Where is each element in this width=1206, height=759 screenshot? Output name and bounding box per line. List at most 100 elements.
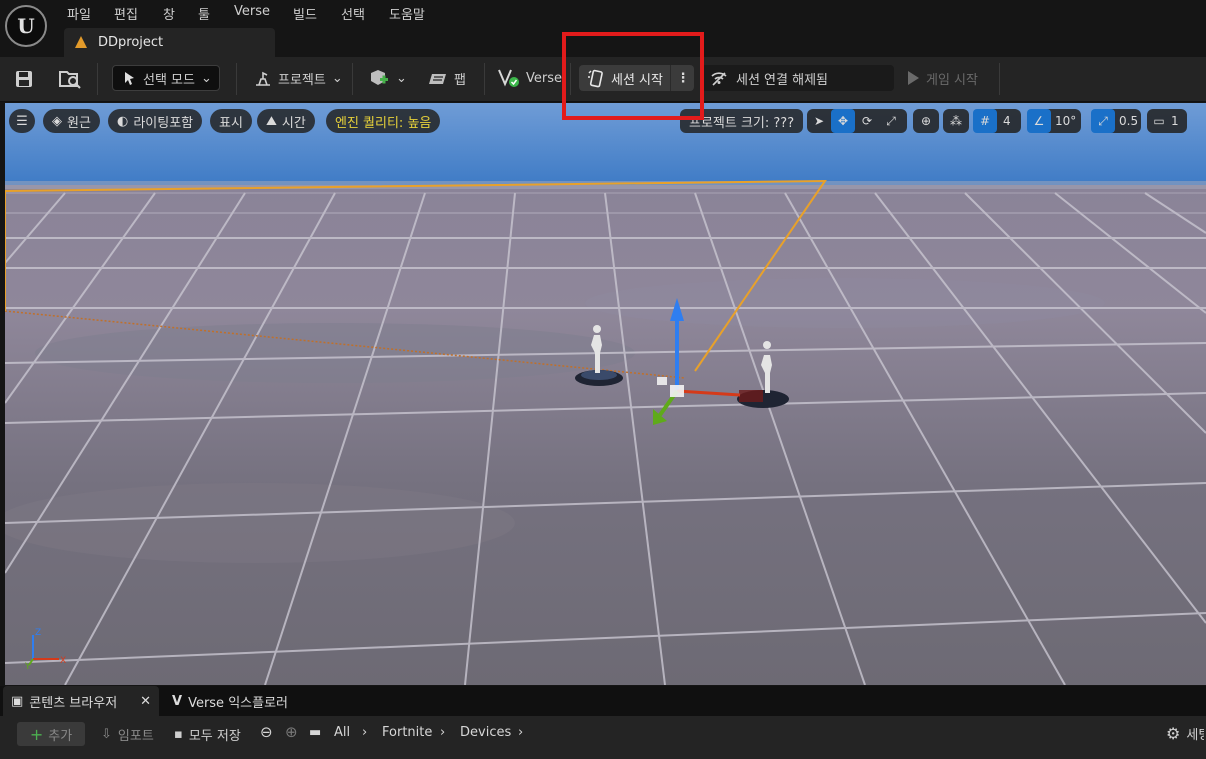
axis-x-label: X — [60, 656, 66, 666]
chevron-down-icon: ⌄ — [200, 70, 212, 86]
history-back-icon[interactable]: ⊖ — [260, 723, 273, 741]
grid-snap-value: 4 — [1003, 114, 1011, 128]
selection-mode-label: 선택 모드 — [143, 72, 195, 88]
document-tab-label: DDproject — [98, 35, 164, 50]
viewport-menu-icon[interactable]: ☰ — [9, 109, 35, 133]
level-viewport[interactable]: ☰ ◈ 원근 ◐ 라이팅포함 표시 ⛰ 시간 엔진 퀄리티: 높음 프로젝트 크… — [5, 103, 1206, 685]
project-size-label: 프로젝트 크기: ??? — [689, 115, 795, 131]
project-label: 프로젝트 — [278, 73, 326, 88]
gear-icon: ⚙ — [1166, 724, 1181, 743]
settings-label: 세팅 — [1186, 728, 1205, 743]
select-tool-icon[interactable]: ➤ — [807, 109, 831, 133]
document-tab[interactable]: DDproject — [64, 28, 275, 57]
selection-mode-dropdown[interactable]: 선택 모드 ⌄ — [112, 65, 220, 91]
close-icon[interactable]: ✕ — [140, 694, 151, 709]
game-start-label: 게임 시작 — [926, 72, 978, 88]
chevron-down-icon: ⌄ — [396, 70, 407, 86]
engine-quality-label: 엔진 퀄리티: 높음 — [335, 115, 432, 131]
camera-icon: ▭ — [1153, 114, 1165, 128]
axis-indicator-icon: Z X Y — [24, 628, 66, 669]
camera-speed-button[interactable]: ▭ 1 — [1147, 109, 1187, 133]
import-button[interactable]: ⇩ 임포트 — [101, 725, 154, 744]
lit-sphere-icon: ◐ — [117, 113, 129, 129]
verse-label: Verse — [526, 70, 562, 86]
game-start-button[interactable]: 게임 시작 — [906, 65, 978, 91]
menu-tools[interactable]: 툴 — [198, 4, 210, 23]
grid-snap-toggle[interactable]: # 4 — [973, 109, 1021, 133]
menu-window[interactable]: 창 — [163, 4, 175, 23]
time-button[interactable]: ⛰ 시간 — [257, 109, 315, 133]
fab-icon — [429, 73, 446, 84]
camera-speed-value: 1 — [1171, 114, 1179, 128]
grid-icon[interactable]: # — [973, 109, 997, 133]
highlight-box — [562, 32, 704, 120]
add-button[interactable]: + 추가 — [17, 722, 85, 746]
breadcrumb-devices[interactable]: Devices — [460, 725, 511, 740]
engine-quality-button[interactable]: 엔진 퀄리티: 높음 — [326, 109, 441, 133]
menu-build[interactable]: 빌드 — [293, 4, 317, 23]
map-label: 팹 — [454, 73, 466, 88]
perspective-label: 원근 — [67, 115, 91, 131]
island-icon — [256, 71, 270, 86]
verse-icon: V — [172, 693, 183, 709]
scale-snap-icon[interactable]: ⤢ — [1091, 109, 1115, 133]
chevron-down-icon: ⌄ — [331, 71, 343, 86]
menu-edit[interactable]: 편집 — [114, 4, 138, 23]
bottom-tab-bar: ▣ 콘텐츠 브라우저 ✕ V Verse 익스플로러 — [0, 686, 1206, 716]
history-forward-icon[interactable]: ⊕ — [285, 723, 298, 741]
save-all-icon: ▪ — [174, 727, 183, 742]
session-status: 세션 연결 해제됨 — [702, 65, 894, 91]
menu-help[interactable]: 도움말 — [389, 4, 425, 23]
content-browser-tab[interactable]: ▣ 콘텐츠 브라우저 ✕ — [3, 686, 159, 716]
selection-mode-icon — [125, 72, 134, 85]
perspective-button[interactable]: ◈ 원근 — [43, 109, 100, 133]
content-browse-icon[interactable] — [58, 68, 82, 90]
menu-file[interactable]: 파일 — [67, 4, 91, 23]
project-dropdown[interactable]: 프로젝트 ⌄ — [254, 69, 343, 88]
rotation-snap-value: 10° — [1055, 114, 1077, 128]
breadcrumb-all[interactable]: All — [334, 725, 350, 740]
verse-icon — [498, 69, 519, 87]
verse-explorer-tab[interactable]: V Verse 익스플로러 — [164, 686, 296, 716]
menu-select[interactable]: 선택 — [341, 4, 365, 23]
surface-snap-icon[interactable]: ⁂ — [943, 109, 969, 133]
transform-tools: ➤ ✥ ⟳ ⤢ — [807, 109, 907, 133]
scale-snap-value: 0.5 — [1119, 114, 1139, 128]
viewport-scene — [5, 103, 1206, 685]
rotation-snap-toggle[interactable]: ∠ 10° — [1027, 109, 1081, 133]
show-button[interactable]: 표시 — [210, 109, 252, 133]
world-space-icon[interactable]: ⊕ — [913, 109, 939, 133]
menu-bar — [0, 0, 1206, 28]
add-actor-icon — [371, 70, 388, 85]
verse-explorer-label: Verse 익스플로러 — [188, 695, 288, 711]
axis-z-label: Z — [35, 628, 41, 638]
verse-button[interactable]: Verse — [498, 68, 562, 88]
save-icon[interactable] — [14, 69, 34, 89]
scale-tool-icon[interactable]: ⤢ — [879, 109, 903, 133]
content-browser-icon: ▣ — [11, 693, 24, 709]
add-actor-dropdown[interactable]: ⌄ — [368, 68, 407, 88]
level-icon — [75, 36, 87, 48]
menu-verse[interactable]: Verse — [234, 4, 270, 19]
map-button[interactable]: 팹 — [428, 69, 466, 88]
angle-icon[interactable]: ∠ — [1027, 109, 1051, 133]
plus-icon: + — [29, 724, 44, 744]
settings-button[interactable]: ⚙ 세팅 — [1166, 724, 1204, 743]
unreal-logo-icon[interactable]: U — [5, 5, 47, 47]
scale-snap-toggle[interactable]: ⤢ 0.5 — [1091, 109, 1141, 133]
import-icon: ⇩ — [101, 727, 112, 742]
move-tool-icon[interactable]: ✥ — [831, 109, 855, 133]
sunrise-icon: ⛰ — [266, 113, 277, 129]
add-label: 추가 — [48, 728, 73, 744]
rotate-tool-icon[interactable]: ⟳ — [855, 109, 879, 133]
lighting-button[interactable]: ◐ 라이팅포함 — [108, 109, 203, 133]
save-all-button[interactable]: ▪ 모두 저장 — [174, 725, 241, 744]
disconnected-icon — [711, 72, 727, 86]
folder-icon: ▬ — [309, 725, 322, 740]
breadcrumb-fortnite[interactable]: Fortnite — [382, 725, 432, 740]
content-browser-toolbar: + 추가 ⇩ 임포트 ▪ 모두 저장 ⊖ ⊕ ▬ All › Fortnite … — [0, 716, 1206, 759]
time-label: 시간 — [281, 115, 306, 131]
chevron-right-icon: › — [518, 725, 524, 740]
show-label: 표시 — [219, 115, 243, 131]
lighting-label: 라이팅포함 — [133, 115, 194, 131]
